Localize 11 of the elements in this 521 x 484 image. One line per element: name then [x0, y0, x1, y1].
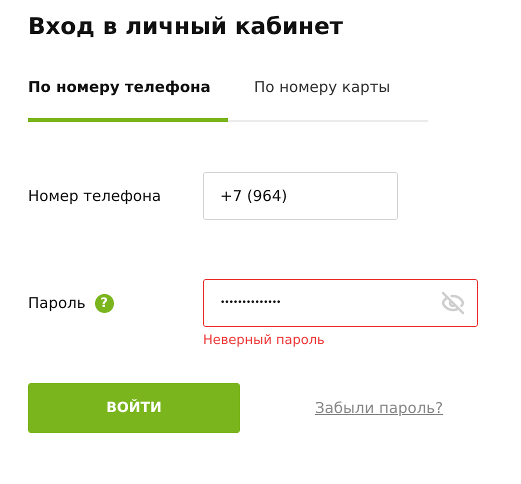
phone-field[interactable]: +7 (964)	[203, 172, 398, 220]
error-message: Неверный пароль	[203, 333, 325, 348]
field-value: +7 (964)	[220, 187, 288, 205]
page-title: Вход в личный кабинет	[28, 13, 344, 42]
field-label: Номер телефона	[28, 187, 162, 205]
field-label: Пароль	[28, 294, 86, 312]
field-value: ••••••••••••••	[220, 298, 280, 308]
tab[interactable]: По номеру телефона	[28, 78, 228, 122]
tab[interactable]: По номеру карты	[228, 78, 390, 122]
hide-password-icon[interactable]	[441, 291, 465, 315]
password-field[interactable]: ••••••••••••••	[203, 279, 478, 327]
